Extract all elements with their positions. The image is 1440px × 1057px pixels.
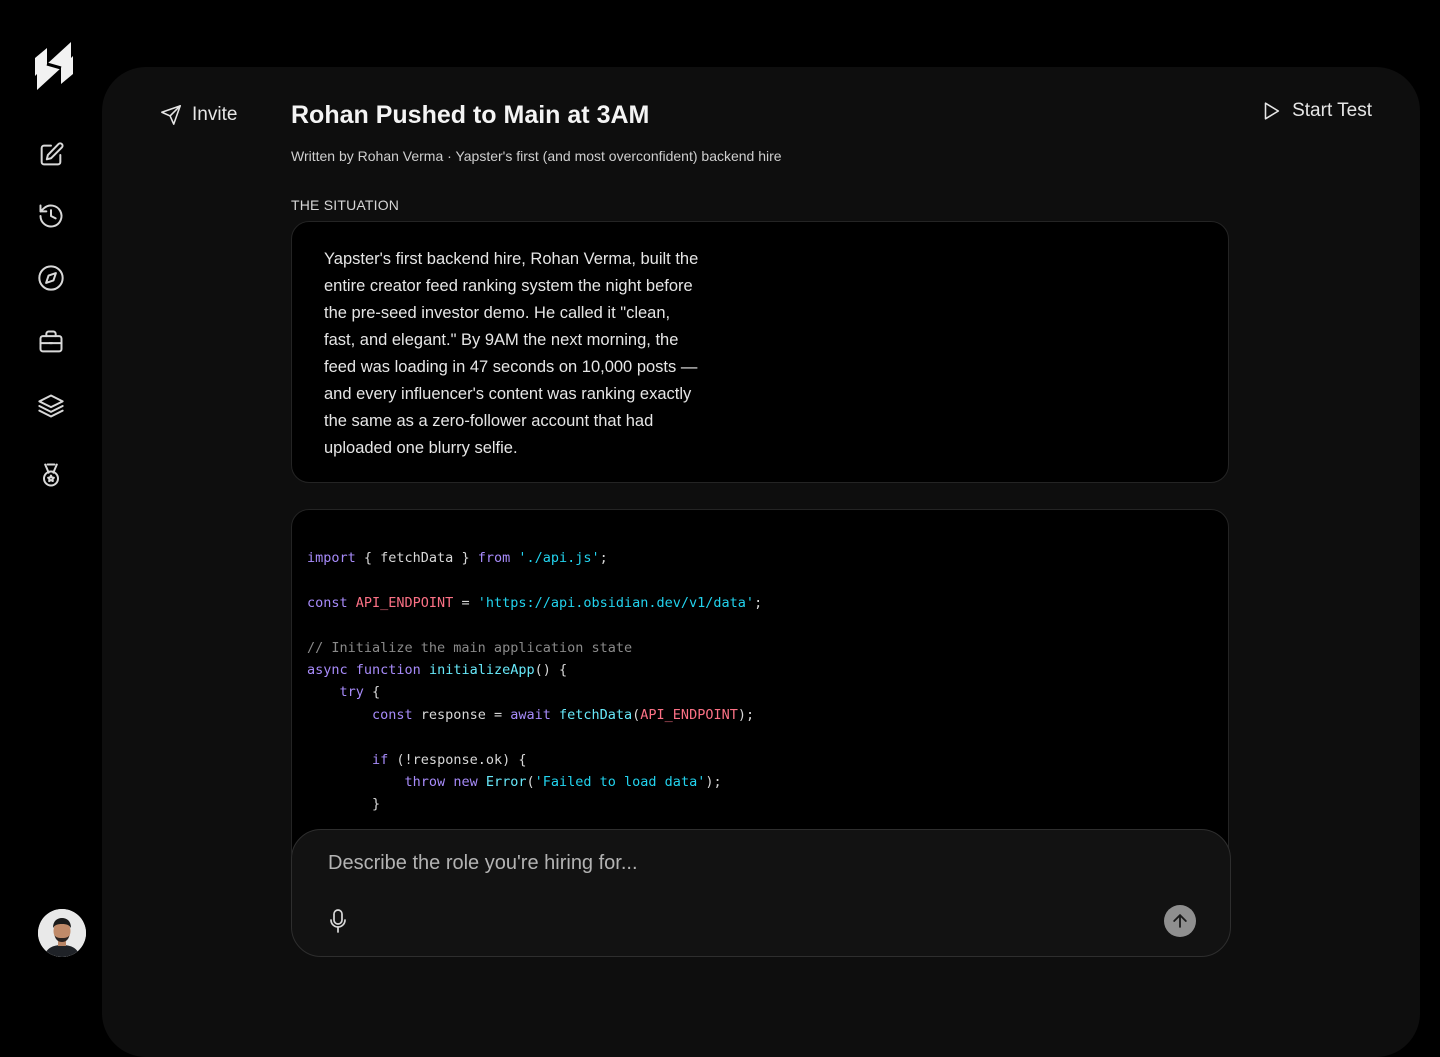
sidebar-item-edit[interactable] <box>36 140 66 170</box>
microphone-button[interactable] <box>326 908 350 934</box>
briefcase-icon <box>39 330 63 353</box>
role-description-input[interactable] <box>326 848 1130 878</box>
invite-button[interactable]: Invite <box>160 101 237 129</box>
sidebar-item-layers[interactable] <box>36 391 66 421</box>
compass-icon <box>38 265 64 291</box>
layers-icon <box>38 394 64 418</box>
start-test-button[interactable]: Start Test <box>1260 97 1372 125</box>
sidebar <box>0 0 102 1024</box>
main-panel: Invite Start Test Rohan Pushed to Main a… <box>102 67 1420 1057</box>
microphone-icon <box>330 909 346 933</box>
start-test-label: Start Test <box>1292 100 1372 121</box>
sidebar-item-explore[interactable] <box>36 263 66 293</box>
situation-card: Yapster's first backend hire, Rohan Verm… <box>291 221 1229 483</box>
brand-logo-icon[interactable] <box>33 40 75 90</box>
medal-icon <box>43 463 59 487</box>
composer <box>291 829 1231 957</box>
invite-label: Invite <box>192 104 238 125</box>
sidebar-item-jobs[interactable] <box>36 327 66 357</box>
play-icon <box>1264 102 1280 120</box>
user-avatar[interactable] <box>38 909 86 957</box>
arrow-up-icon <box>1173 914 1187 928</box>
byline: Written by Rohan Verma · Yapster's first… <box>291 148 782 164</box>
situation-text: Yapster's first backend hire, Rohan Verm… <box>324 250 699 457</box>
edit-icon <box>40 142 64 166</box>
send-plane-icon <box>161 105 181 125</box>
sidebar-item-history[interactable] <box>36 201 66 231</box>
section-label: THE SITUATION <box>291 197 400 213</box>
page-title: Rohan Pushed to Main at 3AM <box>291 101 650 129</box>
code-content: import { fetchData } from './api.js'; co… <box>307 550 763 813</box>
code-block: import { fetchData } from './api.js'; co… <box>291 509 1229 869</box>
sidebar-item-awards[interactable] <box>36 460 66 490</box>
submit-button[interactable] <box>1164 905 1196 937</box>
history-icon <box>39 204 63 228</box>
